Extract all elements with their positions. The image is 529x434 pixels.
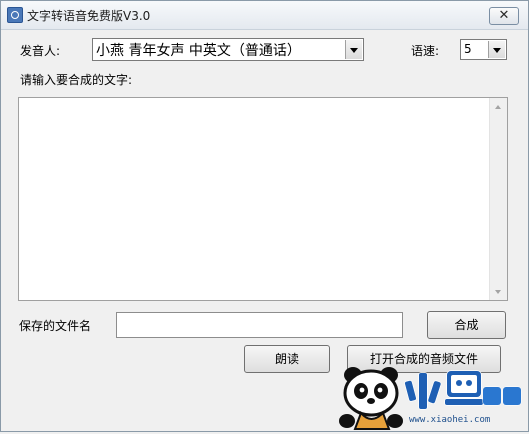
watermark-site: www.xiaohei.com	[409, 415, 491, 425]
scroll-up-icon[interactable]	[490, 98, 507, 115]
save-filename-label: 保存的文件名	[19, 319, 92, 333]
title-bar[interactable]: 文字转语音免费版V3.0 ✕	[1, 1, 528, 30]
app-icon	[7, 7, 23, 23]
window-title: 文字转语音免费版V3.0	[27, 9, 151, 23]
voice-select-value: 小燕 青年女声 中英文（普通话）	[96, 43, 301, 59]
speed-label: 语速:	[411, 44, 440, 58]
speed-select[interactable]: 5	[460, 39, 507, 60]
close-button[interactable]: ✕	[489, 7, 519, 25]
scroll-down-icon[interactable]	[490, 283, 507, 300]
app-window: 文字转语音免费版V3.0 ✕ 发音人: 小燕 青年女声 中英文（普通话） 语速:…	[0, 0, 529, 432]
voice-select[interactable]: 小燕 青年女声 中英文（普通话）	[92, 38, 364, 61]
chevron-down-icon[interactable]	[488, 41, 505, 58]
voice-label: 发音人:	[20, 44, 61, 58]
chevron-down-icon[interactable]	[345, 40, 362, 59]
speed-select-value: 5	[464, 42, 472, 56]
close-icon: ✕	[498, 8, 510, 23]
text-input-area[interactable]	[18, 97, 508, 301]
watermark-logo: www.xiaohei.com	[331, 363, 527, 431]
text-input-label: 请输入要合成的文字:	[20, 73, 133, 87]
save-filename-input[interactable]	[116, 312, 403, 338]
vertical-scrollbar[interactable]	[489, 98, 507, 300]
synthesize-button[interactable]: 合成	[427, 311, 506, 339]
read-aloud-button[interactable]: 朗读	[244, 345, 330, 373]
